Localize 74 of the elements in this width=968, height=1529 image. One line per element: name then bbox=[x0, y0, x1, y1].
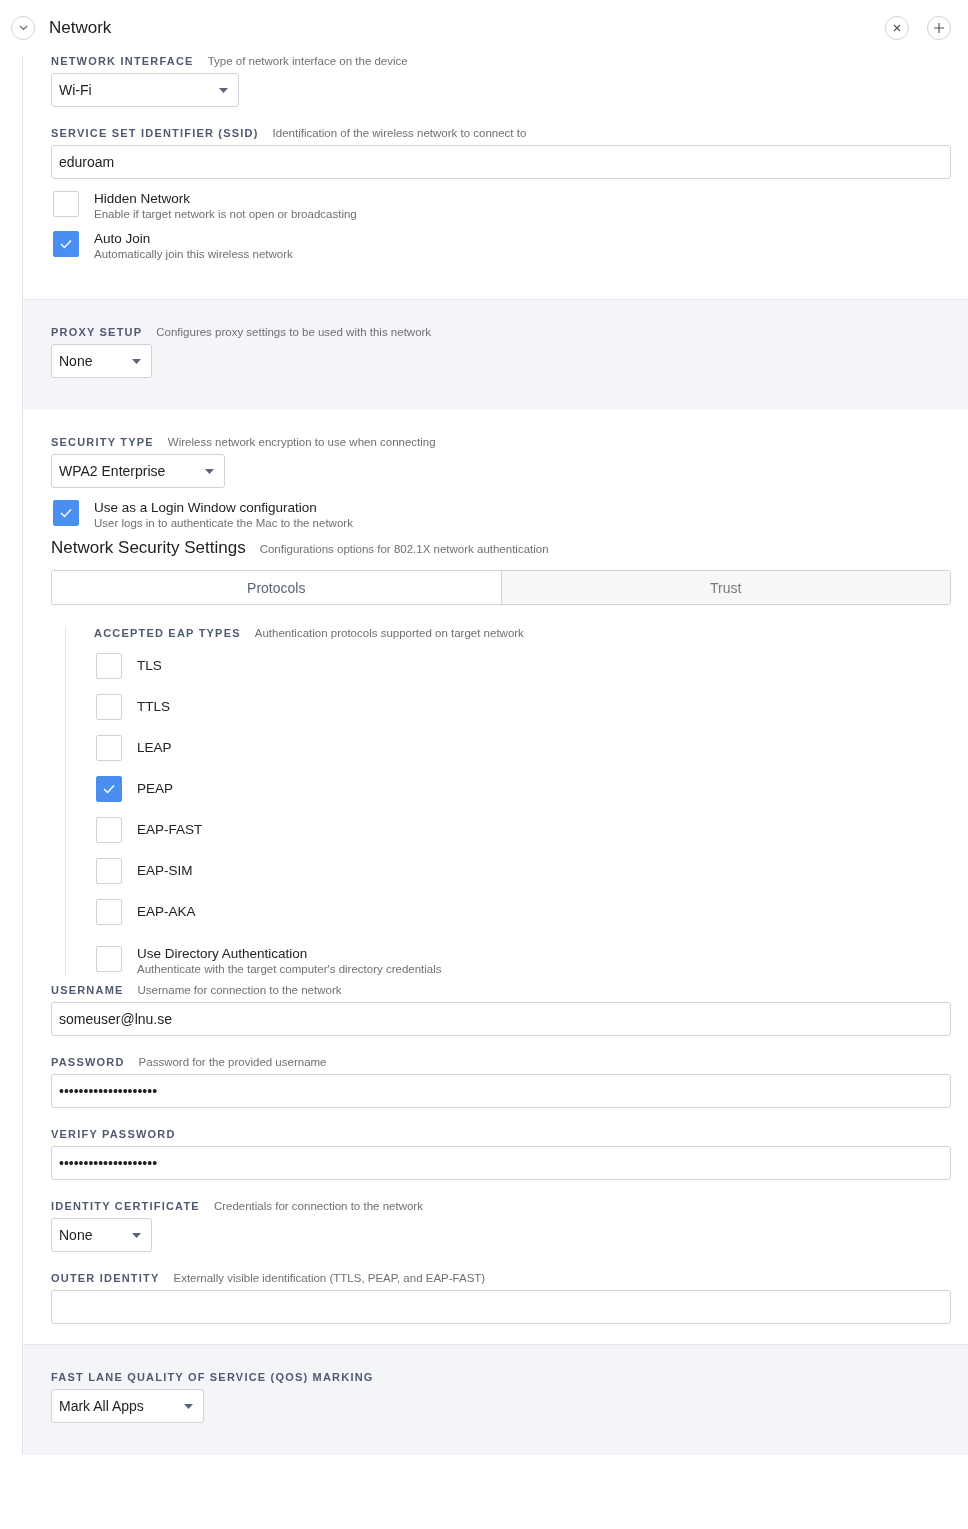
checkbox-description: Automatically join this wireless network bbox=[94, 247, 293, 261]
field-label: SERVICE SET IDENTIFIER (SSID) bbox=[51, 127, 259, 139]
check-icon bbox=[60, 508, 72, 518]
field-label: VERIFY PASSWORD bbox=[51, 1128, 176, 1140]
checkbox-label: EAP-FAST bbox=[137, 822, 203, 837]
field-label: ACCEPTED EAP TYPES bbox=[94, 627, 241, 639]
text-field[interactable]: someuser@lnu.se bbox=[51, 1002, 951, 1036]
plus-icon bbox=[934, 22, 944, 33]
field-hint: Username for connection to the network bbox=[137, 984, 342, 996]
dropdown[interactable]: None bbox=[51, 1218, 153, 1252]
text-field[interactable]: •••••••••••••••••••• bbox=[51, 1146, 951, 1180]
checkbox[interactable] bbox=[96, 946, 122, 972]
checkbox-label: EAP-SIM bbox=[137, 863, 193, 878]
close-button[interactable] bbox=[885, 15, 909, 40]
checkbox[interactable] bbox=[96, 693, 122, 720]
check-icon bbox=[60, 239, 72, 249]
dropdown[interactable]: Wi-Fi bbox=[51, 73, 239, 107]
checkbox[interactable] bbox=[96, 734, 122, 761]
text-field[interactable] bbox=[51, 1290, 951, 1324]
close-icon bbox=[893, 23, 901, 32]
dropdown[interactable]: Mark All Apps bbox=[51, 1389, 204, 1423]
checkbox-label: LEAP bbox=[137, 740, 172, 755]
tab[interactable]: Trust bbox=[500, 571, 950, 604]
add-button[interactable] bbox=[927, 15, 951, 40]
collapse-button[interactable] bbox=[11, 15, 35, 40]
section-hint: Configurations options for 802.1X network authentication bbox=[259, 543, 549, 555]
panel-title: Network bbox=[49, 17, 113, 38]
check-icon bbox=[103, 783, 115, 794]
field-label: PROXY SETUP bbox=[51, 326, 143, 338]
checkbox[interactable] bbox=[96, 775, 122, 802]
checkbox[interactable] bbox=[53, 191, 79, 217]
field-hint: Credentials for connection to the network bbox=[213, 1200, 423, 1212]
checkbox-label: EAP-AKA bbox=[137, 904, 196, 919]
field-label: SECURITY TYPE bbox=[51, 436, 154, 448]
checkbox-label: Hidden Network bbox=[94, 191, 192, 207]
text-field[interactable]: •••••••••••••••••••• bbox=[51, 1074, 951, 1108]
checkbox-description: Authenticate with the target computer's directory credentials bbox=[137, 962, 442, 976]
field-label: FAST LANE QUALITY OF SERVICE (QOS) MARKING bbox=[51, 1371, 374, 1383]
checkbox-label: Use Directory Authentication bbox=[137, 946, 309, 962]
field-label: PASSWORD bbox=[51, 1056, 125, 1068]
field-hint: Wireless network encryption to use when connecting bbox=[167, 436, 436, 448]
checkbox-label: PEAP bbox=[137, 781, 174, 796]
caret-icon bbox=[205, 468, 215, 474]
caret-icon bbox=[219, 87, 228, 93]
chevron-icon bbox=[18, 24, 28, 31]
checkbox[interactable] bbox=[96, 857, 122, 884]
caret-icon bbox=[132, 358, 142, 364]
caret-icon bbox=[132, 1232, 142, 1238]
caret-icon bbox=[183, 1403, 193, 1409]
section-heading: Network Security Settings bbox=[51, 538, 246, 558]
checkbox-description: User logs in to authenticate the Mac to the network bbox=[94, 516, 353, 530]
field-hint: Type of network interface on the device bbox=[207, 55, 408, 67]
checkbox-label: TLS bbox=[137, 658, 162, 673]
checkbox[interactable] bbox=[53, 231, 79, 257]
dropdown[interactable]: WPA2 Enterprise bbox=[51, 454, 226, 488]
field-label: NETWORK INTERFACE bbox=[51, 55, 194, 67]
field-hint: Password for the provided username bbox=[138, 1056, 327, 1068]
field-label: OUTER IDENTITY bbox=[51, 1272, 160, 1284]
checkbox-description: Enable if target network is not open or broadcasting bbox=[94, 207, 357, 221]
dropdown[interactable]: None bbox=[51, 344, 153, 378]
field-label: USERNAME bbox=[51, 984, 124, 996]
field-hint: Authentication protocols supported on target network bbox=[254, 627, 524, 639]
field-hint: Externally visible identification (TTLS, PEAP, and EAP-FAST) bbox=[173, 1272, 486, 1284]
field-label: IDENTITY CERTIFICATE bbox=[51, 1200, 200, 1212]
text-field[interactable]: eduroam bbox=[51, 145, 951, 179]
checkbox[interactable] bbox=[96, 652, 122, 679]
field-hint: Identification of the wireless network to connect to bbox=[272, 127, 527, 139]
checkbox[interactable] bbox=[96, 816, 122, 843]
checkbox[interactable] bbox=[96, 898, 122, 925]
checkbox[interactable] bbox=[53, 500, 79, 526]
checkbox-label: Auto Join bbox=[94, 231, 152, 247]
field-hint: Configures proxy settings to be used with this network bbox=[156, 326, 432, 338]
checkbox-label: TTLS bbox=[137, 699, 170, 714]
checkbox-label: Use as a Login Window configuration bbox=[94, 500, 318, 516]
